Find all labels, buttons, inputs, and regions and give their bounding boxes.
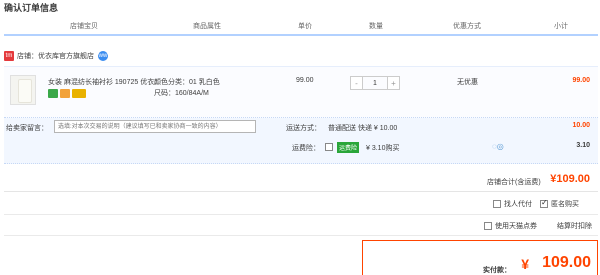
final-payment-box: 实付款： ¥ 109.00 (362, 240, 598, 275)
tmall-points-label: 使用天猫点券 (495, 223, 537, 230)
proxy-pay-option[interactable]: 找人代付 (493, 199, 532, 209)
seller-memo-input[interactable] (54, 120, 256, 133)
column-discount: 优惠方式 (453, 23, 481, 30)
discount-method: 无优惠 (457, 79, 478, 86)
currency-symbol: ¥ (521, 256, 529, 272)
anonymous-purchase-label: 匿名购买 (551, 201, 579, 208)
column-quantity: 数量 (369, 23, 383, 30)
deduct-on-settle-label: 结算时扣除 (557, 223, 592, 230)
quantity-stepper: - 1 + (350, 76, 400, 90)
final-payment-amount: 109.00 (542, 254, 591, 271)
sku-size: 尺码：160/84A/M (154, 90, 209, 97)
service-badge-icon (48, 89, 58, 98)
shipping-fee: 10.00 (572, 122, 590, 129)
quantity-decrease-button[interactable]: - (350, 76, 363, 90)
deduct-on-settle-note: 结算时扣除 (557, 221, 592, 231)
shop-total-label: 店铺合计(含运费) (487, 179, 541, 186)
shipping-insurance-label: 运费险： (292, 145, 320, 152)
order-item: 女装 麻混纺长袖衬衫 190725 优衣... 颜色分类：01 乳白色 尺码：1… (4, 66, 598, 118)
service-badges (48, 89, 86, 98)
shipping-method-label: 运送方式： (286, 125, 321, 132)
column-unit-price: 单价 (298, 23, 312, 30)
shipping-insurance-fee: 3.10 (576, 142, 590, 149)
product-sku: 颜色分类：01 乳白色 尺码：160/84A/M (154, 77, 220, 99)
shop-name-link[interactable]: 店铺：优衣库官方旗舰店 (17, 51, 94, 61)
shipping-insurance-checkbox[interactable] (325, 143, 333, 151)
proxy-pay-label: 找人代付 (504, 201, 532, 208)
tmall-points-checkbox[interactable] (484, 222, 492, 230)
credit-card-badge-icon (72, 89, 86, 98)
divider (4, 235, 598, 236)
shop-row: tm 店铺：优衣库官方旗舰店 ww (4, 50, 108, 62)
divider (4, 214, 598, 215)
wangwang-chat-icon[interactable]: ww (98, 51, 108, 61)
column-attributes: 商品属性 (193, 23, 221, 30)
tmall-logo-icon: tm (4, 51, 14, 61)
anonymous-purchase-option[interactable]: 匿名购买 (540, 198, 579, 209)
item-subtotal: 99.00 (572, 77, 590, 84)
order-column-header: 店铺宝贝 商品属性 单价 数量 优惠方式 小计 (4, 16, 598, 36)
insurance-info-icon[interactable]: ◌◎ (492, 142, 504, 151)
proxy-pay-checkbox[interactable] (493, 200, 501, 208)
order-extras: 给卖家留言： 运送方式： 普通配送 快递 ¥ 10.00 10.00 运费险： … (4, 118, 598, 164)
column-subtotal: 小计 (554, 23, 568, 30)
page-title: 确认订单信息 (4, 3, 59, 13)
shipping-method-value[interactable]: 普通配送 快递 ¥ 10.00 (328, 123, 397, 133)
quantity-input[interactable]: 1 (363, 76, 387, 90)
quantity-increase-button[interactable]: + (387, 76, 400, 90)
seller-memo-label: 给卖家留言： (6, 125, 48, 132)
final-payment-label: 实付款： (483, 267, 511, 274)
column-shop-item: 店铺宝贝 (70, 23, 98, 30)
shipping-insurance-tag: 运费险 (337, 142, 360, 153)
shop-total-row: 店铺合计(含运费) ¥109.00 (4, 168, 598, 192)
unit-price: 99.00 (296, 77, 314, 84)
anonymous-purchase-checkbox[interactable] (540, 198, 548, 208)
service-badge-icon (60, 89, 70, 98)
tmall-points-option[interactable]: 使用天猫点券 (484, 221, 537, 231)
product-thumbnail[interactable] (10, 75, 36, 105)
shop-total-value: ¥109.00 (550, 173, 590, 185)
shipping-insurance-price: ¥ 3.10购买 (366, 145, 400, 152)
sku-color: 颜色分类：01 乳白色 (154, 79, 220, 86)
product-title-link[interactable]: 女装 麻混纺长袖衬衫 190725 优衣... (48, 77, 160, 87)
